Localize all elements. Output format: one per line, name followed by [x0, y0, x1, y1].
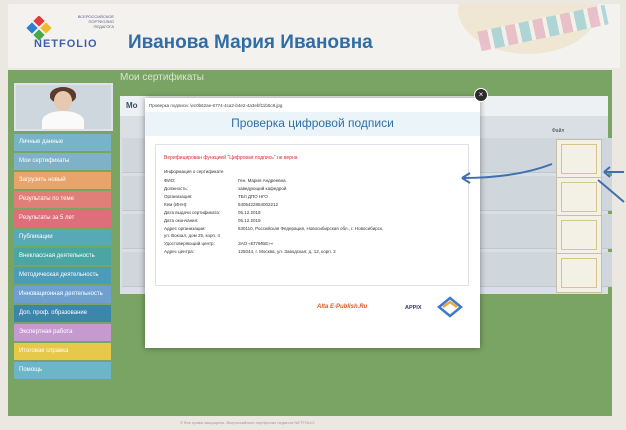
signature-check-dialog: Проверка подписи: \ec0b62ae-6774-4ca2-b4…	[145, 98, 480, 348]
certificate-frame	[561, 144, 597, 174]
info-key: Должность:	[164, 186, 189, 191]
certificate-frame	[561, 182, 597, 212]
appix-label: APPIX	[405, 305, 422, 311]
info-key: ФИО:	[164, 178, 176, 183]
info-row: ул. Вокзал, дом 25, корп. 4	[164, 233, 238, 238]
info-key: Удостоверяющий центр:	[164, 241, 215, 246]
info-key: Дата окончания:	[164, 218, 199, 223]
logo-caption: ВСЕРОССИЙСКОЕ ПОРТФОЛИО ПЕДАГОГА	[56, 14, 114, 29]
info-value: 125044, г. Москва, ул. Заводская, д. 12,…	[238, 249, 336, 254]
certificate-thumbnail[interactable]	[556, 215, 602, 255]
sidebar-menu: Личные данные Мои сертификаты Загрузить …	[14, 134, 111, 381]
info-row: Кем (ИНН): 5405422854002212	[164, 202, 278, 207]
info-key: Адрес центра:	[164, 249, 194, 254]
sidebar-item[interactable]: Личные данные	[14, 134, 111, 151]
info-row: Удостоверяющий центр: ЗАО «ЕГЛИБЕ»»	[164, 241, 273, 246]
info-value: ЗАО «ЕГЛИБЕ»»	[238, 241, 274, 246]
info-key: Дата выдачи сертификата:	[164, 210, 221, 215]
certificate-info-box: Верифицирован функцией "Цифровая подпись…	[155, 144, 469, 286]
info-key: ул. Вокзал, дом 25, корп. 4	[164, 233, 220, 238]
dialog-file-path: Проверка подписи: \ec0b62ae-6774-4ca2-b4…	[149, 103, 283, 108]
close-icon[interactable]: ×	[474, 88, 488, 102]
annotation-arrow-icon	[461, 163, 553, 184]
sidebar-item[interactable]: Результаты по теме	[14, 191, 111, 208]
site-logo[interactable]: ВСЕРОССИЙСКОЕ ПОРТФОЛИО ПЕДАГОГА NETFOLI…	[26, 12, 116, 52]
info-row: Адрес организации: 630110, Российская Фед…	[164, 226, 383, 231]
info-row: Дата выдачи сертификата: 05.12.2018	[164, 210, 261, 215]
user-name: Иванова Мария Ивановна	[128, 32, 373, 53]
appix-logo-icon	[437, 296, 463, 318]
dialog-title: Проверка цифровой подписи	[231, 116, 394, 130]
info-value: заведующий кафедрой	[238, 186, 287, 191]
info-key: Кем (ИНН):	[164, 202, 188, 207]
info-value: Ген. Мария Андреевна	[238, 178, 286, 183]
certificates-panel-title: Мо	[126, 101, 138, 110]
avatar-face	[54, 91, 72, 111]
info-row: ФИО: Ген. Мария Андреевна	[164, 178, 286, 183]
page-title: Мои сертификаты	[120, 72, 204, 83]
info-value: 05.12.2018	[238, 210, 261, 215]
sidebar-item[interactable]: Итоговая справка	[14, 343, 111, 360]
info-row: Адрес центра: 125044, г. Москва, ул. Заво…	[164, 249, 336, 254]
avatar-body	[42, 111, 84, 129]
sidebar-item[interactable]: Помощь	[14, 362, 111, 379]
info-key: Адрес организации:	[164, 226, 206, 231]
info-value: 630110, Российская Федерация, Новосибирс…	[238, 226, 384, 231]
sidebar-item[interactable]: Результаты за 5 лет	[14, 210, 111, 227]
info-key: Организация:	[164, 194, 193, 199]
sidebar-item[interactable]: Методическая деятельность	[14, 267, 111, 284]
footer-copyright: © Все права защищены. Всероссийское порт…	[180, 420, 315, 425]
sidebar-item[interactable]: Публикации	[14, 229, 111, 246]
sidebar-item[interactable]: Мои сертификаты	[14, 153, 111, 170]
annotation-arrow-icon	[597, 166, 625, 203]
thumbnail-column-header: Файл	[552, 128, 565, 134]
sidebar-item[interactable]: Загрузить новый	[14, 172, 111, 189]
info-value: ТБЛ ДПО НГО	[238, 194, 268, 199]
sidebar-item[interactable]: Инновационная деятельность	[14, 286, 111, 303]
site-header: ВСЕРОССИЙСКОЕ ПОРТФОЛИО ПЕДАГОГА NETFOLI…	[8, 4, 620, 68]
certificate-info-header: Информация о сертификате	[164, 169, 224, 174]
sidebar-item[interactable]: Экспертная работа	[14, 324, 111, 341]
certificate-thumbnail[interactable]	[556, 253, 602, 293]
brand-link[interactable]: Alta E-Publish.Ru	[317, 304, 367, 310]
sidebar-item[interactable]: Внеклассная деятельность	[14, 248, 111, 265]
logo-name: NETFOLIO	[34, 38, 98, 50]
info-row: Дата окончания: 05.12.2019	[164, 218, 261, 223]
logo-caption-line: ПЕДАГОГА	[93, 24, 114, 29]
certificate-frame	[561, 220, 597, 250]
sidebar-item[interactable]: Доп. проф. образование	[14, 305, 111, 322]
info-row: Организация: ТБЛ ДПО НГО	[164, 194, 268, 199]
certificate-frame	[561, 258, 597, 288]
avatar[interactable]	[14, 83, 113, 131]
info-value: 05.12.2019	[238, 218, 261, 223]
info-value: 5405422854002212	[238, 202, 279, 207]
info-row: Должность: заведующий кафедрой	[164, 186, 286, 191]
verification-warning: Верифицирован функцией "Цифровая подпись…	[164, 155, 298, 161]
